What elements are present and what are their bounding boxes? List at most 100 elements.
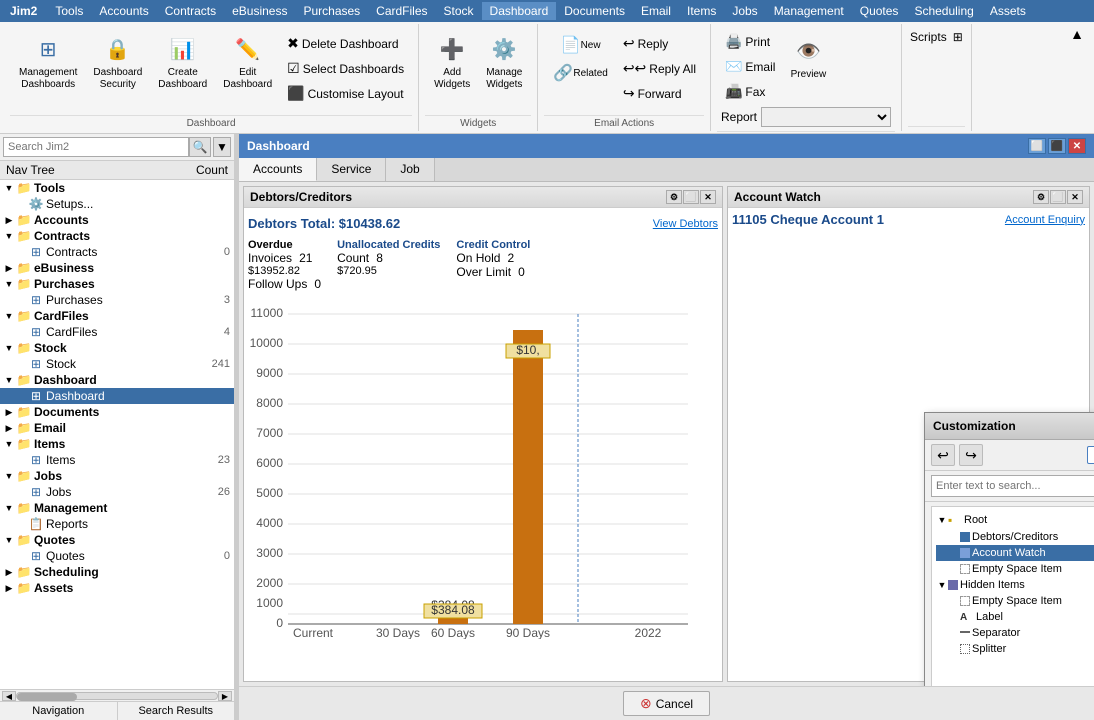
search-dropdown-button[interactable]: ▼ — [213, 137, 231, 157]
dashboard-tab-job[interactable]: Job — [386, 158, 434, 181]
menu-documents[interactable]: Documents — [556, 2, 633, 20]
tree-splitter[interactable]: Splitter — [936, 641, 1094, 657]
sidebar-item-stock-group[interactable]: ▼ 📁 Stock — [0, 340, 234, 356]
dialog-undo-button[interactable]: ↩ — [931, 444, 955, 466]
menu-stock[interactable]: Stock — [436, 2, 482, 20]
account-watch-settings-button[interactable]: ⚙ — [1033, 190, 1049, 204]
debtors-close-button[interactable]: ✕ — [700, 190, 716, 204]
reply-all-button[interactable]: ↩↩ Reply All — [617, 57, 702, 80]
manage-widgets-button[interactable]: ⚙️ ManageWidgets — [479, 28, 529, 96]
debtors-restore-button[interactable]: ⬜ — [683, 190, 699, 204]
menu-tools[interactable]: Tools — [47, 2, 91, 20]
sidebar-item-quotes[interactable]: ⊞ Quotes 0 — [0, 548, 234, 564]
sidebar-item-quotes-group[interactable]: ▼ 📁 Quotes — [0, 532, 234, 548]
sidebar-tab-navigation[interactable]: Navigation — [0, 702, 118, 720]
sidebar-item-cardfiles-group[interactable]: ▼ 📁 CardFiles — [0, 308, 234, 324]
select-dashboards-button[interactable]: ☑ Select Dashboards — [281, 57, 410, 80]
dashboard-tab-accounts[interactable]: Accounts — [239, 158, 317, 181]
dashboard-close-button[interactable]: ✕ — [1068, 138, 1086, 154]
sidebar-item-tools[interactable]: ▼ 📁 Tools — [0, 180, 234, 196]
sidebar-item-stock[interactable]: ⊞ Stock 241 — [0, 356, 234, 372]
dashboard-tab-service[interactable]: Service — [317, 158, 386, 181]
sidebar-scrollbar[interactable]: ◀ ▶ — [0, 689, 234, 701]
sidebar-item-assets[interactable]: ▶ 📁 Assets — [0, 580, 234, 596]
tree-account-watch[interactable]: Account Watch — [936, 545, 1094, 561]
menu-dashboard[interactable]: Dashboard — [482, 2, 557, 20]
scroll-right-button[interactable]: ▶ — [218, 691, 232, 701]
search-input[interactable] — [3, 137, 189, 157]
scripts-expand-icon[interactable]: ⊞ — [953, 30, 963, 44]
fax-button[interactable]: 📠 Fax — [719, 80, 781, 103]
account-watch-restore-button[interactable]: ⬜ — [1050, 190, 1066, 204]
report-select[interactable] — [761, 107, 891, 127]
tree-label[interactable]: A Label — [936, 609, 1094, 625]
sidebar-item-jobs-group[interactable]: ▼ 📁 Jobs — [0, 468, 234, 484]
sidebar-item-items[interactable]: ⊞ Items 23 — [0, 452, 234, 468]
menu-purchases[interactable]: Purchases — [295, 2, 368, 20]
menu-scheduling[interactable]: Scheduling — [906, 2, 981, 20]
print-button[interactable]: 🖨️ Print — [719, 30, 781, 53]
menu-email[interactable]: Email — [633, 2, 679, 20]
sidebar-item-setups[interactable]: ⚙️ Setups... — [0, 196, 234, 212]
account-enquiry-link[interactable]: Account Enquiry — [1005, 214, 1085, 226]
preview-button[interactable]: 👁️ Preview — [783, 30, 833, 86]
edit-dashboard-button[interactable]: ✏️ EditDashboard — [216, 28, 279, 96]
unallocated-credits-link[interactable]: Unallocated Credits — [337, 239, 440, 251]
tree-empty-space-1[interactable]: Empty Space Item — [936, 561, 1094, 577]
management-dashboards-button[interactable]: ⊞ ManagementDashboards — [12, 28, 84, 96]
delete-dashboard-button[interactable]: ✖ Delete Dashboard — [281, 32, 410, 55]
debtors-settings-button[interactable]: ⚙ — [666, 190, 682, 204]
dashboard-security-button[interactable]: 🔒 DashboardSecurity — [86, 28, 149, 96]
tree-empty-space-2[interactable]: Empty Space Item — [936, 593, 1094, 609]
email-report-button[interactable]: ✉️ Email — [719, 55, 781, 78]
sidebar-item-purchases[interactable]: ⊞ Purchases 3 — [0, 292, 234, 308]
sidebar-item-dashboard-group[interactable]: ▼ 📁 Dashboard — [0, 372, 234, 388]
tree-hidden-items[interactable]: ▼ Hidden Items — [936, 577, 1094, 593]
menu-items[interactable]: Items — [679, 2, 724, 20]
sidebar-item-accounts[interactable]: ▶ 📁 Accounts — [0, 212, 234, 228]
sidebar-item-contracts-group[interactable]: ▼ 📁 Contracts — [0, 228, 234, 244]
menu-contracts[interactable]: Contracts — [157, 2, 224, 20]
new-button[interactable]: 📄 New — [546, 32, 614, 58]
menu-assets[interactable]: Assets — [982, 2, 1034, 20]
sidebar-item-jobs[interactable]: ⊞ Jobs 26 — [0, 484, 234, 500]
dialog-redo-button[interactable]: ↪ — [959, 444, 983, 466]
tree-root[interactable]: ▼ ▪ Root — [936, 511, 1094, 529]
create-dashboard-button[interactable]: 📊 CreateDashboard — [151, 28, 214, 96]
sidebar-item-management-group[interactable]: ▼ 📁 Management — [0, 500, 234, 516]
sidebar-item-dashboard[interactable]: ⊞ Dashboard — [0, 388, 234, 404]
sidebar-item-documents[interactable]: ▶ 📁 Documents — [0, 404, 234, 420]
sidebar-item-purchases-group[interactable]: ▼ 📁 Purchases — [0, 276, 234, 292]
menu-management[interactable]: Management — [766, 2, 852, 20]
menu-cardfiles[interactable]: CardFiles — [368, 2, 435, 20]
sidebar-tab-search-results[interactable]: Search Results — [118, 702, 235, 720]
menu-jobs[interactable]: Jobs — [724, 2, 765, 20]
view-debtors-link[interactable]: View Debtors — [653, 218, 718, 230]
dialog-search-input[interactable] — [931, 475, 1094, 497]
menu-ebusiness[interactable]: eBusiness — [224, 2, 295, 20]
menu-quotes[interactable]: Quotes — [852, 2, 907, 20]
account-watch-close-button[interactable]: ✕ — [1067, 190, 1083, 204]
sidebar-item-email[interactable]: ▶ 📁 Email — [0, 420, 234, 436]
sidebar-item-reports[interactable]: 📋 Reports — [0, 516, 234, 532]
sidebar-item-items-group[interactable]: ▼ 📁 Items — [0, 436, 234, 452]
related-button[interactable]: 🔗 Related — [546, 60, 614, 86]
ribbon-scroll-up-button[interactable]: ▲ — [1064, 24, 1090, 44]
forward-button[interactable]: ↪ Forward — [617, 82, 702, 105]
reply-button[interactable]: ↩ Reply — [617, 32, 702, 55]
sidebar-item-scheduling[interactable]: ▶ 📁 Scheduling — [0, 564, 234, 580]
dashboard-maximize-button[interactable]: ⬛ — [1048, 138, 1066, 154]
tree-debtors-creditors[interactable]: Debtors/Creditors — [936, 529, 1094, 545]
scroll-left-button[interactable]: ◀ — [2, 691, 16, 701]
sidebar-item-contracts[interactable]: ⊞ Contracts 0 — [0, 244, 234, 260]
user-menu[interactable]: Jim2 — [0, 2, 47, 20]
menu-accounts[interactable]: Accounts — [91, 2, 156, 20]
hidden-items-button[interactable]: Hidden Items — [1087, 446, 1094, 464]
add-widgets-button[interactable]: ➕ AddWidgets — [427, 28, 477, 96]
credit-control-link[interactable]: Credit Control — [456, 239, 530, 251]
tree-separator[interactable]: Separator — [936, 625, 1094, 641]
sidebar-item-cardfiles[interactable]: ⊞ CardFiles 4 — [0, 324, 234, 340]
scroll-thumb[interactable] — [17, 693, 77, 701]
dashboard-restore-button[interactable]: ⬜ — [1028, 138, 1046, 154]
customise-layout-button[interactable]: ⬛ Customise Layout — [281, 82, 410, 105]
